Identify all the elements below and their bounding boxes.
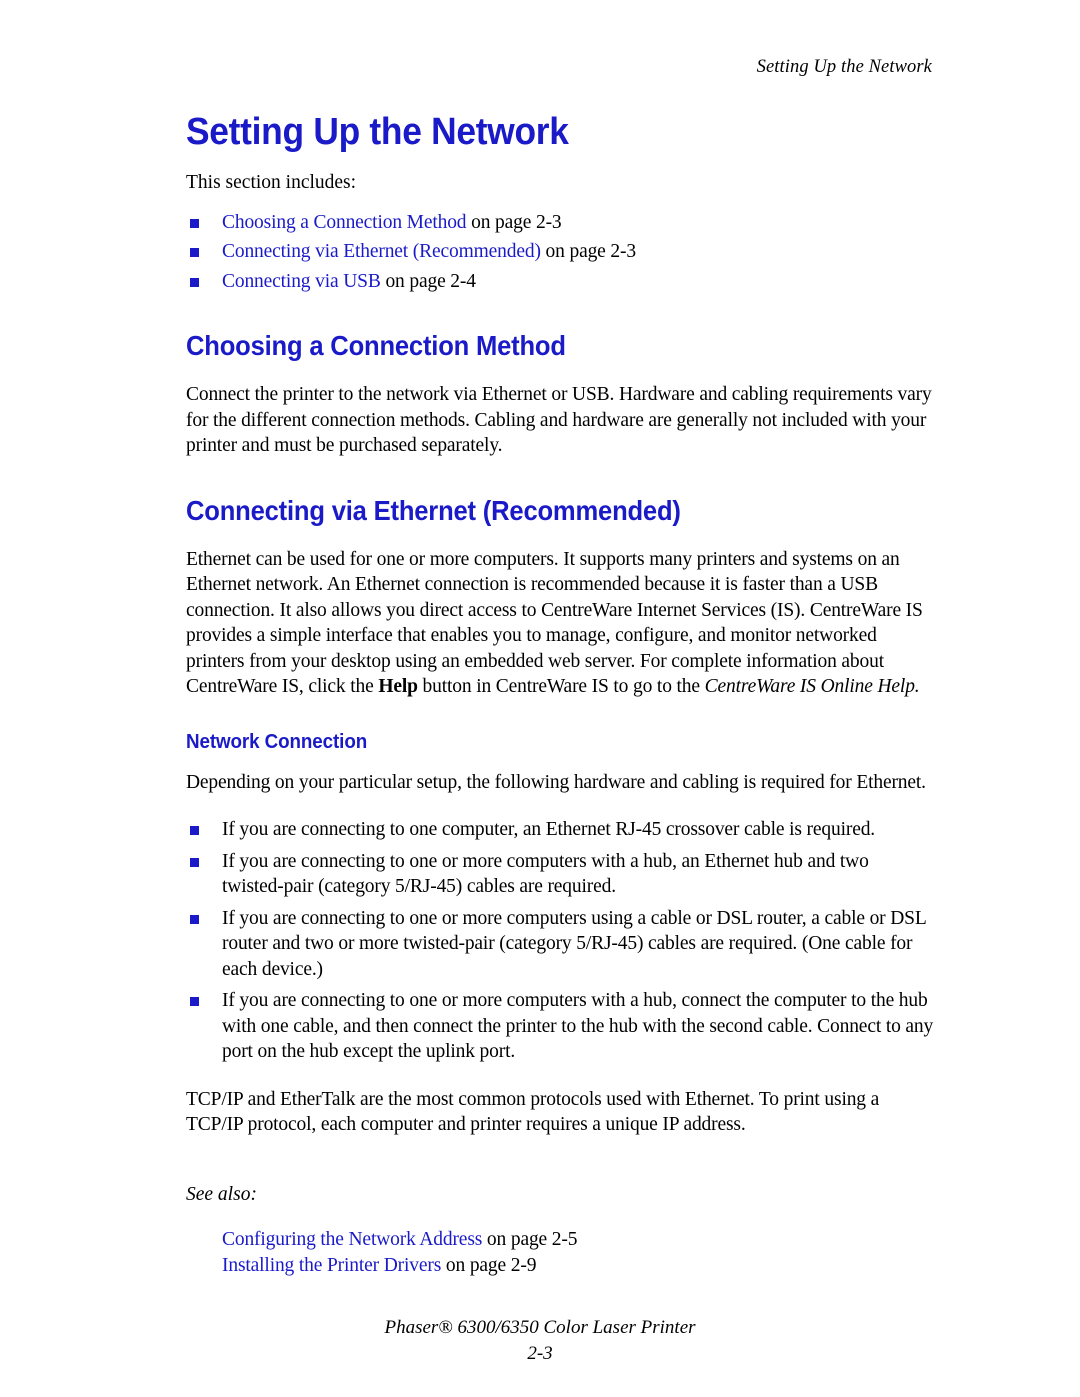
footer-product-title: Phaser® 6300/6350 Color Laser Printer	[384, 1317, 696, 1338]
ethernet-text-part1: Ethernet can be used for one or more com…	[186, 548, 923, 698]
document-page: Setting Up the Network Setting Up the Ne…	[0, 0, 1080, 1397]
list-item: If you are connecting to one or more com…	[186, 906, 934, 983]
bullet-square-icon	[190, 826, 199, 835]
see-also-label: See also:	[186, 1183, 257, 1205]
bullet-square-icon	[190, 914, 199, 924]
paragraph-ethernet-overview: Ethernet can be used for one or more com…	[186, 547, 934, 700]
see-also-item[interactable]: Configuring the Network Address on page …	[186, 1227, 934, 1254]
list-item[interactable]: Connecting via USB on page 2-4	[186, 269, 934, 295]
list-item-text: If you are connecting to one or more com…	[222, 850, 869, 898]
ethernet-text-part2: button in CentreWare IS to go to the	[417, 676, 705, 697]
section-includes-list: Choosing a Connection Method on page 2-3…	[186, 210, 934, 295]
cross-reference-page: on page 2-5	[482, 1228, 578, 1250]
list-item[interactable]: Choosing a Connection Method on page 2-3	[186, 210, 934, 236]
paragraph-network-connection-intro: Depending on your particular setup, the …	[186, 771, 926, 793]
cross-reference-page: on page 2-3	[466, 211, 562, 233]
list-item[interactable]: Connecting via Ethernet (Recommended) on…	[186, 239, 934, 265]
bullet-square-icon	[190, 248, 199, 257]
paragraph-tcpip-protocols: TCP/IP and EtherTalk are the most common…	[186, 1088, 880, 1136]
list-item: If you are connecting to one computer, a…	[186, 817, 934, 843]
cross-reference-link[interactable]: Connecting via Ethernet (Recommended)	[222, 241, 541, 262]
running-header: Setting Up the Network	[756, 57, 932, 77]
page-footer: Phaser® 6300/6350 Color Laser Printer 2-…	[0, 1315, 1080, 1367]
bullet-square-icon	[190, 277, 199, 287]
list-item-text: If you are connecting to one computer, a…	[222, 819, 876, 840]
cross-reference-page: on page 2-9	[441, 1255, 537, 1276]
heading-choosing-a-connection-method: Choosing a Connection Method	[186, 330, 566, 361]
ethernet-help-bold: Help	[378, 676, 418, 697]
bullet-square-icon	[190, 218, 199, 228]
bullet-square-icon	[190, 997, 199, 1006]
footer-page-number: 2-3	[527, 1343, 553, 1364]
list-item: If you are connecting to one or more com…	[186, 849, 934, 900]
list-item-text: If you are connecting to one or more com…	[222, 907, 926, 980]
cross-reference-link[interactable]: Connecting via USB	[222, 271, 381, 292]
cross-reference-link[interactable]: Installing the Printer Drivers	[222, 1255, 441, 1276]
cross-reference-page: on page 2-4	[380, 270, 476, 292]
ethernet-online-help-italic: CentreWare IS Online Help.	[704, 676, 920, 697]
bullet-square-icon	[190, 857, 199, 867]
paragraph-choosing-connection-method: Connect the printer to the network via E…	[186, 384, 932, 456]
network-requirements-list: If you are connecting to one computer, a…	[186, 817, 934, 1065]
see-also-item[interactable]: Installing the Printer Drivers on page 2…	[186, 1253, 934, 1280]
cross-reference-page: on page 2-3	[540, 241, 637, 262]
list-item: If you are connecting to one or more com…	[186, 988, 934, 1065]
page-title: Setting Up the Network	[186, 111, 569, 153]
heading-connecting-via-ethernet: Connecting via Ethernet (Recommended)	[186, 494, 681, 526]
cross-reference-link[interactable]: Choosing a Connection Method	[222, 212, 467, 233]
cross-reference-link[interactable]: Configuring the Network Address	[222, 1229, 482, 1250]
heading-network-connection: Network Connection	[186, 730, 368, 753]
section-includes-lead: This section includes:	[186, 172, 357, 193]
page-content: Setting Up the Network This section incl…	[186, 110, 934, 1280]
list-item-text: If you are connecting to one or more com…	[222, 990, 934, 1062]
